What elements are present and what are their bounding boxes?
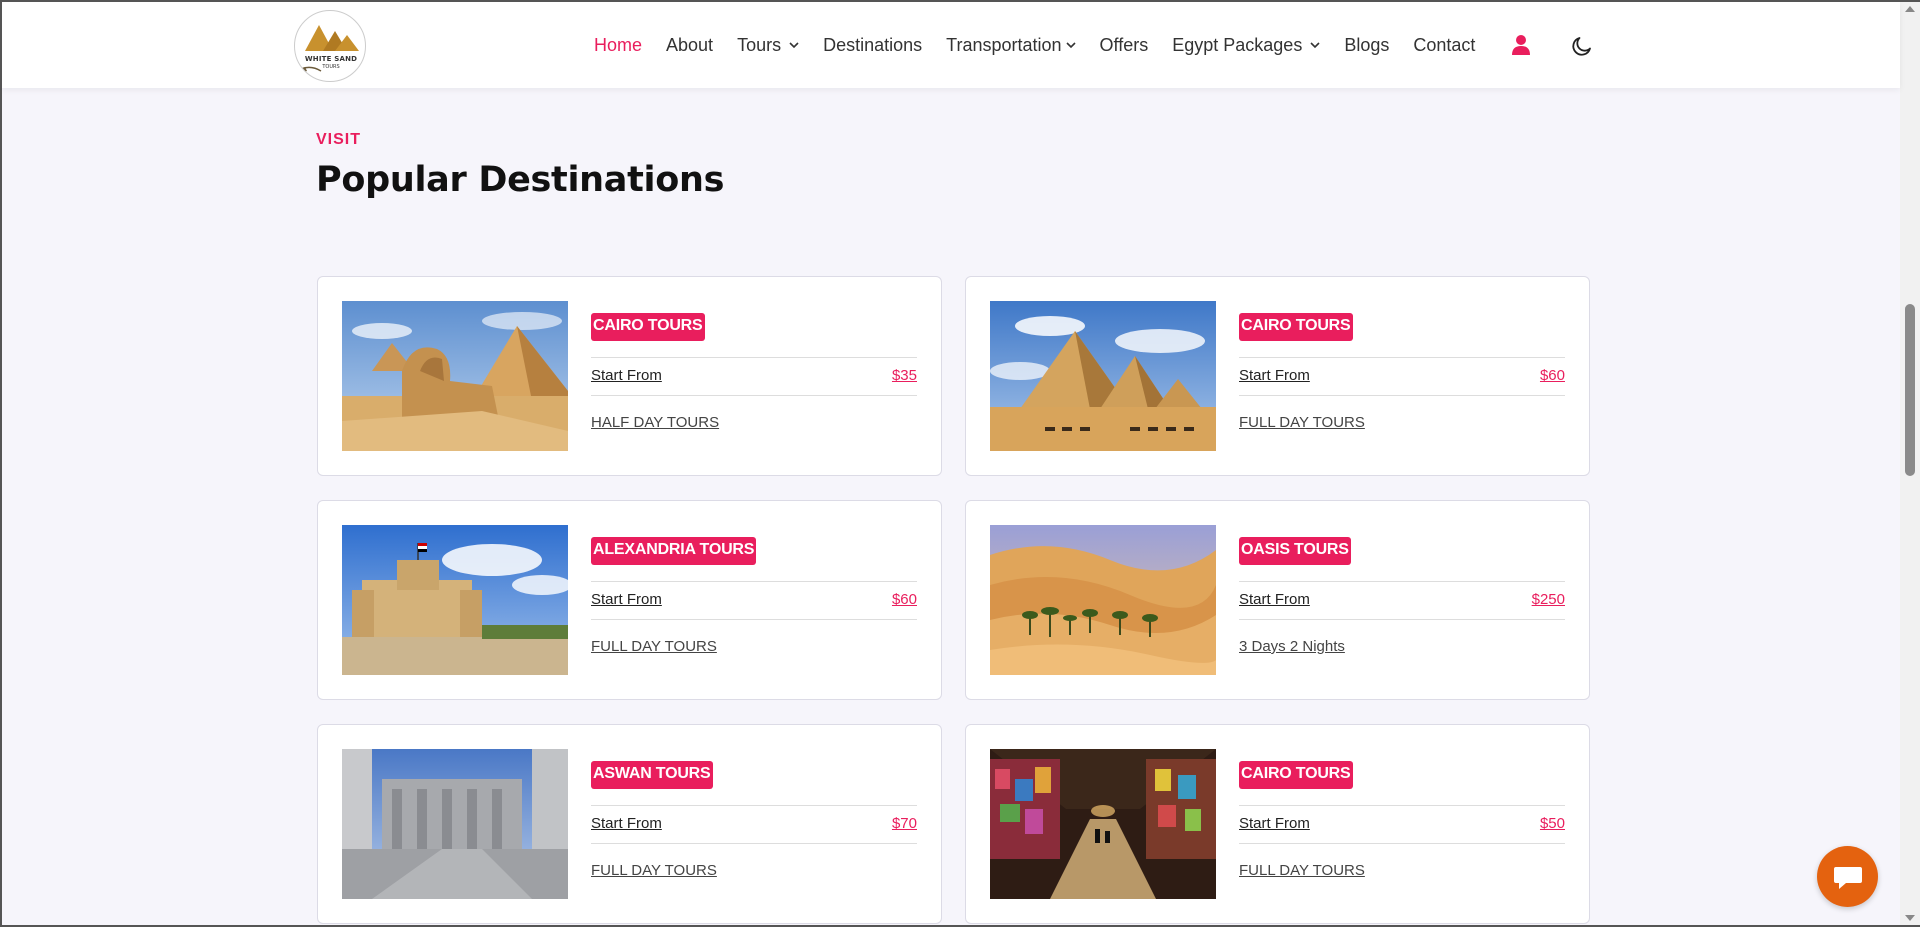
duration-link[interactable]: FULL DAY TOURS xyxy=(591,862,717,879)
start-from-label[interactable]: Start From xyxy=(1239,367,1310,384)
price[interactable]: $60 xyxy=(1540,367,1565,384)
divider xyxy=(591,619,917,620)
category-badge[interactable]: CAIRO TOURS xyxy=(1239,313,1353,341)
divider xyxy=(591,805,917,806)
divider xyxy=(1239,581,1565,582)
logo-text: WHITE SAND xyxy=(304,55,358,63)
price[interactable]: $70 xyxy=(892,815,917,832)
divider xyxy=(591,395,917,396)
logo-subtext: TOURS xyxy=(322,64,340,70)
nav-egypt-packages[interactable]: Egypt Packages xyxy=(1172,35,1320,56)
section-eyebrow: VISIT xyxy=(316,131,362,148)
site-header: WHITE SAND TOURS Home About Tours Destin… xyxy=(2,2,1900,88)
giza-pyramids-image[interactable] xyxy=(990,301,1216,451)
nav-about[interactable]: About xyxy=(666,35,713,56)
category-badge[interactable]: ASWAN TOURS xyxy=(591,761,713,789)
nav-tours[interactable]: Tours xyxy=(737,35,799,56)
destination-card[interactable]: CAIRO TOURS Start From $50 FULL DAY TOUR… xyxy=(965,724,1590,924)
start-from-label[interactable]: Start From xyxy=(591,367,662,384)
scroll-down-arrow[interactable] xyxy=(1905,915,1915,921)
duration-link[interactable]: FULL DAY TOURS xyxy=(591,638,717,655)
price[interactable]: $50 xyxy=(1540,815,1565,832)
desert-oasis-image[interactable] xyxy=(990,525,1216,675)
destination-card[interactable]: ALEXANDRIA TOURS Start From $60 FULL DAY… xyxy=(317,500,942,700)
price[interactable]: $60 xyxy=(892,591,917,608)
destination-card[interactable]: CAIRO TOURS Start From $60 FULL DAY TOUR… xyxy=(965,276,1590,476)
start-from-label[interactable]: Start From xyxy=(591,591,662,608)
start-from-label[interactable]: Start From xyxy=(591,815,662,832)
scroll-up-arrow[interactable] xyxy=(1905,6,1915,12)
destination-card[interactable]: OASIS TOURS Start From $250 3 Days 2 Nig… xyxy=(965,500,1590,700)
duration-link[interactable]: HALF DAY TOURS xyxy=(591,414,719,431)
page-title: Popular Destinations xyxy=(316,160,725,200)
divider xyxy=(1239,619,1565,620)
category-badge[interactable]: CAIRO TOURS xyxy=(1239,761,1353,789)
divider xyxy=(1239,357,1565,358)
kom-ombo-temple-image[interactable] xyxy=(342,749,568,899)
destination-card[interactable]: ASWAN TOURS Start From $70 FULL DAY TOUR… xyxy=(317,724,942,924)
nav-transportation[interactable]: Transportation xyxy=(946,35,1076,56)
chevron-down-icon xyxy=(789,42,799,49)
divider xyxy=(591,581,917,582)
pyramid-logo-icon xyxy=(300,25,359,73)
divider xyxy=(1239,395,1565,396)
nav-home[interactable]: Home xyxy=(594,35,642,56)
sphinx-pyramids-image[interactable] xyxy=(342,301,568,451)
duration-link[interactable]: FULL DAY TOURS xyxy=(1239,414,1365,431)
chat-bubble-icon xyxy=(1833,866,1862,889)
divider xyxy=(1239,843,1565,844)
start-from-label[interactable]: Start From xyxy=(1239,815,1310,832)
category-badge[interactable]: ALEXANDRIA TOURS xyxy=(591,537,757,565)
start-from-label[interactable]: Start From xyxy=(1239,591,1310,608)
khan-el-khalili-market-image[interactable] xyxy=(990,749,1216,899)
category-badge[interactable]: CAIRO TOURS xyxy=(591,313,705,341)
divider xyxy=(591,843,917,844)
nav-destinations[interactable]: Destinations xyxy=(823,35,922,56)
divider xyxy=(1239,805,1565,806)
chat-button[interactable] xyxy=(1817,846,1878,907)
price[interactable]: $250 xyxy=(1532,591,1565,608)
price[interactable]: $35 xyxy=(892,367,917,384)
category-badge[interactable]: OASIS TOURS xyxy=(1239,537,1351,565)
duration-link[interactable]: 3 Days 2 Nights xyxy=(1239,638,1345,655)
user-icon[interactable] xyxy=(1510,34,1532,56)
scrollbar-thumb[interactable] xyxy=(1905,304,1915,476)
duration-link[interactable]: FULL DAY TOURS xyxy=(1239,862,1365,879)
site-logo[interactable]: WHITE SAND TOURS xyxy=(294,10,366,82)
destination-card[interactable]: CAIRO TOURS Start From $35 HALF DAY TOUR… xyxy=(317,276,942,476)
divider xyxy=(591,357,917,358)
moon-icon[interactable] xyxy=(1570,34,1594,58)
nav-blogs[interactable]: Blogs xyxy=(1344,35,1389,56)
qaitbay-citadel-image[interactable] xyxy=(342,525,568,675)
chevron-down-icon xyxy=(1310,42,1320,49)
nav-offers[interactable]: Offers xyxy=(1100,35,1149,56)
nav-contact[interactable]: Contact xyxy=(1413,35,1475,56)
main-nav: Home About Tours Destinations Transporta… xyxy=(594,2,1499,88)
scrollbar[interactable] xyxy=(1900,0,1920,927)
chevron-down-icon xyxy=(1065,42,1076,49)
